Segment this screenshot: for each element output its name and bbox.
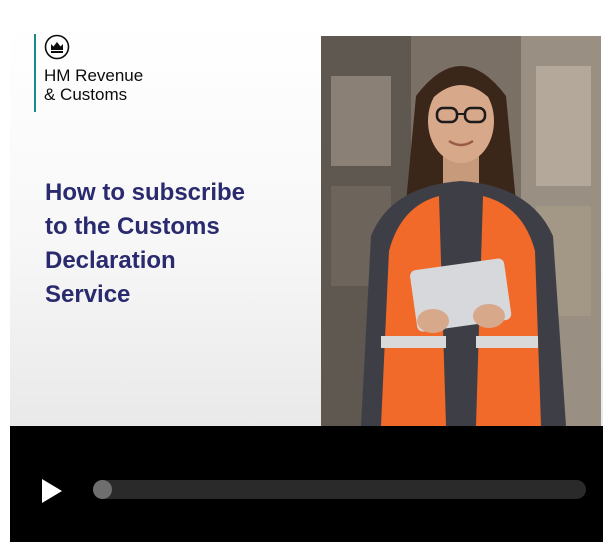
slide-title-line-2: to the Customs: [45, 213, 220, 240]
organisation-name: HM Revenue & Customs: [44, 66, 143, 104]
crown-crest-icon: [44, 34, 70, 60]
worker-with-tablet-photo: [321, 36, 601, 426]
player-controls: [10, 426, 603, 542]
slide-title-line-1: How to subscribe: [45, 179, 246, 206]
play-button[interactable]: [40, 478, 64, 504]
video-slide: HM Revenue & Customs How to subscribe to…: [10, 24, 603, 426]
organisation-name-line-1: HM Revenue: [44, 66, 144, 85]
organisation-name-line-2: & Customs: [44, 85, 128, 104]
video-player[interactable]: HM Revenue & Customs How to subscribe to…: [10, 24, 603, 542]
progress-bar[interactable]: [93, 480, 586, 499]
slide-title-line-3: Declaration: [45, 247, 176, 274]
slide-title: How to subscribe to the Customs Declarat…: [45, 176, 305, 312]
hmrc-logo: HM Revenue & Customs: [34, 34, 143, 112]
play-icon: [42, 479, 62, 503]
scrubber-handle[interactable]: [93, 480, 112, 499]
slide-title-line-4: Service: [45, 281, 131, 308]
